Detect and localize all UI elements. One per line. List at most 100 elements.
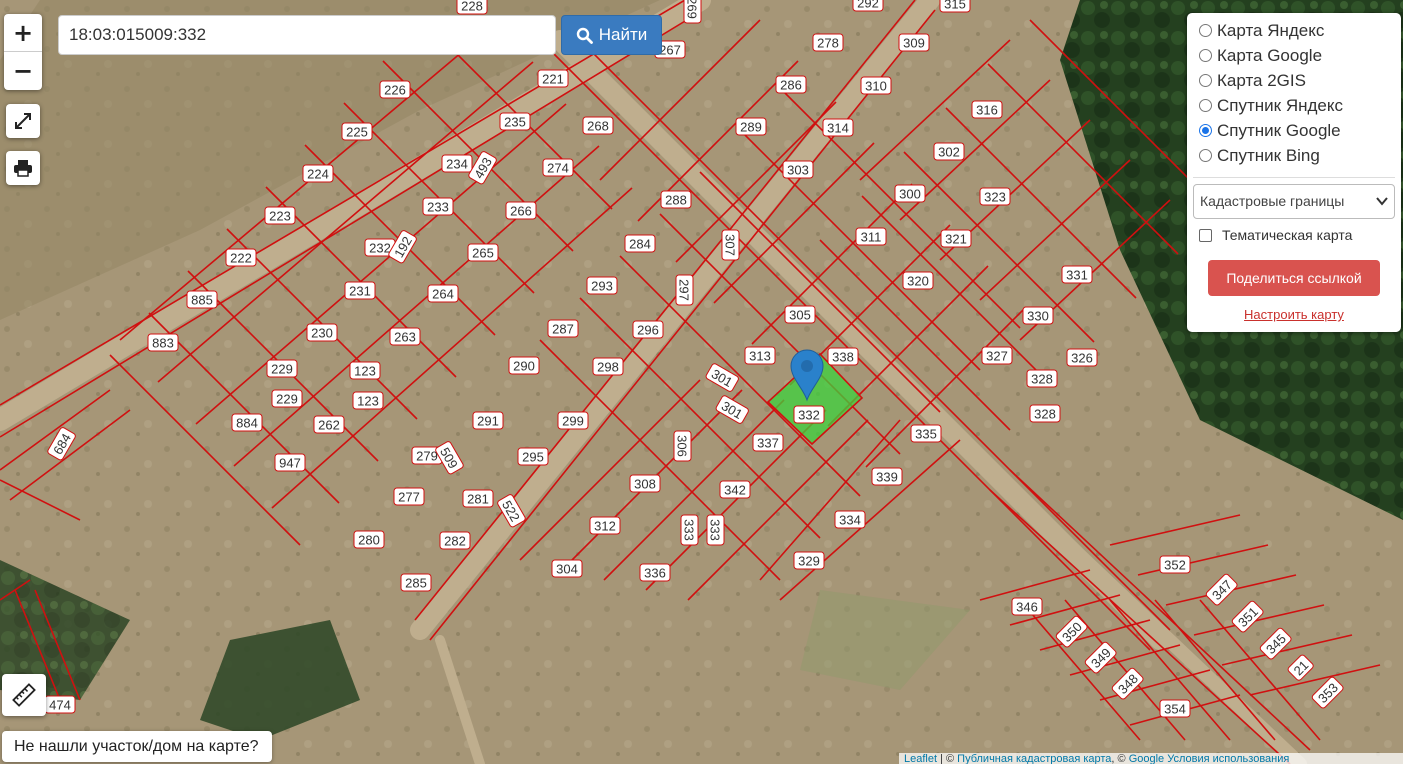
parcel-label[interactable]: 328 (1029, 404, 1061, 423)
parcel-label[interactable]: 123 (349, 361, 381, 380)
parcel-label[interactable]: 328 (1026, 369, 1058, 388)
parcel-label[interactable]: 335 (910, 424, 942, 443)
parcel-label[interactable]: 338 (827, 347, 859, 366)
configure-map-link[interactable]: Настроить карту (1187, 307, 1401, 322)
leaflet-link[interactable]: Leaflet (904, 753, 937, 764)
parcel-label[interactable]: 225 (341, 122, 373, 141)
parcel-label[interactable]: 306 (673, 430, 692, 462)
parcel-label[interactable]: 278 (812, 33, 844, 52)
radio-button[interactable] (1199, 149, 1212, 162)
parcel-label[interactable]: 329 (793, 551, 825, 570)
parcel-label[interactable]: 315 (939, 0, 971, 13)
parcel-label[interactable]: 229 (271, 389, 303, 408)
radio-button[interactable] (1199, 49, 1212, 62)
layer-option-yandex-satellite[interactable]: Спутник Яндекс (1187, 93, 1401, 118)
parcel-label[interactable]: 229 (266, 359, 298, 378)
parcel-label[interactable]: 123 (352, 391, 384, 410)
parcel-label[interactable]: 330 (1022, 306, 1054, 325)
parcel-label[interactable]: 295 (517, 447, 549, 466)
parcel-label[interactable]: 233 (422, 197, 454, 216)
print-button[interactable] (6, 151, 40, 185)
parcel-label[interactable]: 304 (551, 559, 583, 578)
terms-link[interactable]: Условия использования (1167, 753, 1289, 764)
parcel-label[interactable]: 263 (389, 327, 421, 346)
parcel-label[interactable]: 313 (744, 346, 776, 365)
parcel-label[interactable]: 334 (834, 510, 866, 529)
parcel-label[interactable]: 288 (660, 190, 692, 209)
zoom-in-button[interactable]: + (4, 14, 42, 52)
radio-button[interactable] (1199, 99, 1212, 112)
parcel-label[interactable]: 883 (147, 333, 179, 352)
parcel-label[interactable]: 342 (719, 480, 751, 499)
parcel-label[interactable]: 289 (735, 117, 767, 136)
parcel-label[interactable]: 281 (462, 489, 494, 508)
parcel-label[interactable]: 284 (624, 234, 656, 253)
search-button[interactable]: Найти (561, 15, 662, 55)
parcel-label[interactable]: 231 (344, 281, 376, 300)
zoom-out-button[interactable]: − (4, 52, 42, 89)
parcel-label[interactable]: 297 (675, 274, 694, 306)
layer-option-bing-satellite[interactable]: Спутник Bing (1187, 143, 1401, 168)
overlay-select[interactable]: Кадастровые границы (1193, 184, 1395, 219)
parcel-label[interactable]: 298 (592, 357, 624, 376)
parcel-label[interactable]: 285 (400, 573, 432, 592)
parcel-label[interactable]: 282 (439, 531, 471, 550)
not-found-button[interactable]: Не нашли участок/дом на карте? (2, 731, 272, 762)
parcel-label[interactable]: 234 (441, 154, 473, 173)
parcel-label[interactable]: 333 (680, 514, 699, 546)
parcel-label[interactable]: 303 (782, 160, 814, 179)
parcel-label[interactable]: 300 (894, 184, 926, 203)
parcel-label[interactable]: 326 (1066, 348, 1098, 367)
share-link-button[interactable]: Поделиться ссылкой (1208, 260, 1380, 296)
parcel-label[interactable]: 268 (582, 116, 614, 135)
radio-button-selected[interactable] (1199, 124, 1212, 137)
parcel-label[interactable]: 327 (981, 346, 1013, 365)
parcel-label[interactable]: 947 (274, 453, 306, 472)
cadastre-link[interactable]: Публичная кадастровая карта (957, 753, 1111, 764)
parcel-label[interactable]: 226 (379, 80, 411, 99)
parcel-label[interactable]: 290 (508, 356, 540, 375)
parcel-label[interactable]: 884 (231, 413, 263, 432)
layer-option-google-map[interactable]: Карта Google (1187, 43, 1401, 68)
parcel-label[interactable]: 221 (537, 69, 569, 88)
parcel-label[interactable]: 339 (871, 467, 903, 486)
parcel-label[interactable]: 354 (1159, 699, 1191, 718)
layer-option-google-satellite[interactable]: Спутник Google (1187, 118, 1401, 143)
parcel-label[interactable]: 269 (683, 0, 702, 24)
parcel-label[interactable]: 332 (793, 405, 825, 424)
parcel-label[interactable]: 264 (427, 284, 459, 303)
parcel-label[interactable]: 310 (860, 76, 892, 95)
checkbox[interactable] (1199, 228, 1212, 242)
parcel-label[interactable]: 291 (472, 411, 504, 430)
parcel-label[interactable]: 331 (1061, 265, 1093, 284)
google-link[interactable]: Google (1129, 753, 1164, 764)
parcel-label[interactable]: 352 (1159, 555, 1191, 574)
parcel-label[interactable]: 314 (822, 118, 854, 137)
parcel-label[interactable]: 346 (1011, 597, 1043, 616)
parcel-label[interactable]: 228 (456, 0, 488, 15)
parcel-label[interactable]: 230 (306, 323, 338, 342)
parcel-label[interactable]: 321 (940, 229, 972, 248)
parcel-label[interactable]: 299 (557, 411, 589, 430)
parcel-label[interactable]: 222 (225, 248, 257, 267)
parcel-label[interactable]: 266 (505, 201, 537, 220)
parcel-label[interactable]: 316 (971, 100, 1003, 119)
parcel-label[interactable]: 287 (547, 319, 579, 338)
parcel-label[interactable]: 280 (353, 530, 385, 549)
parcel-label[interactable]: 224 (302, 164, 334, 183)
layer-option-2gis-map[interactable]: Карта 2GIS (1187, 68, 1401, 93)
parcel-label[interactable]: 293 (586, 276, 618, 295)
parcel-label[interactable]: 274 (542, 158, 574, 177)
search-input[interactable]: 18:03:015009:332 (58, 15, 556, 55)
parcel-label[interactable]: 311 (855, 227, 887, 246)
parcel-label[interactable]: 337 (752, 433, 784, 452)
parcel-label[interactable]: 265 (467, 243, 499, 262)
parcel-label[interactable]: 277 (393, 487, 425, 506)
layer-option-yandex-map[interactable]: Карта Яндекс (1187, 18, 1401, 43)
thematic-map-checkbox[interactable]: Тематическая карта (1199, 227, 1352, 243)
parcel-label[interactable]: 296 (632, 320, 664, 339)
parcel-label[interactable]: 305 (784, 305, 816, 324)
parcel-label[interactable]: 309 (898, 33, 930, 52)
parcel-label[interactable]: 333 (706, 514, 725, 546)
parcel-label[interactable]: 885 (186, 290, 218, 309)
